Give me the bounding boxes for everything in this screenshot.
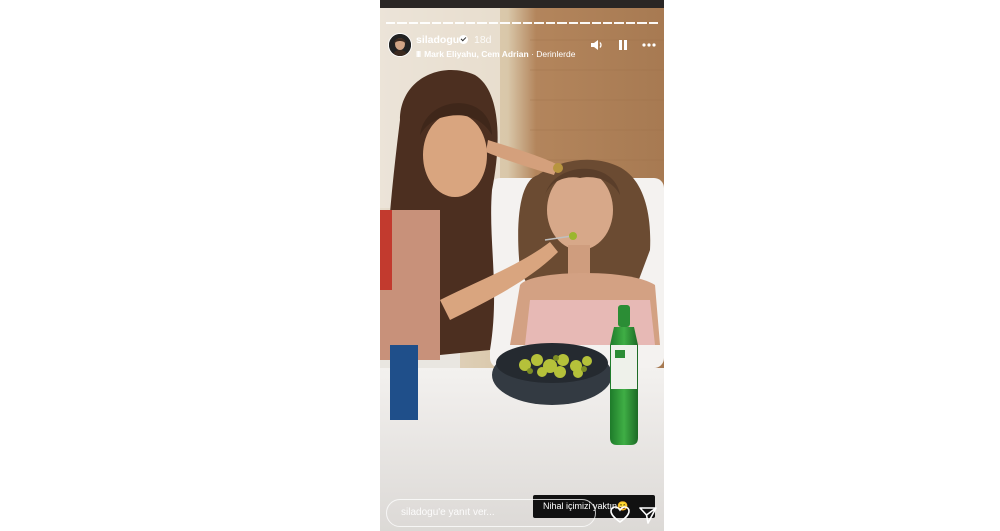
progress-segment — [523, 22, 533, 24]
more-options-icon[interactable] — [642, 38, 656, 52]
heart-icon[interactable] — [610, 505, 630, 525]
progress-segment — [591, 22, 602, 24]
story-header: siladogu 18d III Mark Eliyahu, Cem Adrian… — [380, 30, 664, 64]
progress-segment — [614, 22, 624, 24]
progress-segment — [648, 22, 659, 24]
send-icon[interactable] — [638, 505, 658, 525]
progress-segment — [477, 22, 487, 24]
story-age: 18d — [474, 34, 492, 46]
progress-segment — [454, 22, 464, 24]
music-bars-icon: III — [416, 49, 421, 59]
progress-segment — [603, 22, 613, 24]
reply-input[interactable]: siladogu'e yanıt ver... — [386, 499, 596, 527]
progress-segment — [397, 22, 407, 24]
music-attribution[interactable]: III Mark Eliyahu, Cem Adrian · Derinlerde — [416, 49, 581, 59]
username[interactable]: siladogu — [416, 34, 459, 46]
progress-segment — [500, 22, 510, 24]
verified-badge-icon — [459, 35, 468, 44]
progress-segment — [408, 22, 419, 24]
music-track: Derinlerde — [536, 49, 576, 59]
pause-icon[interactable] — [616, 38, 630, 52]
avatar-image — [389, 34, 411, 56]
music-artists: Mark Eliyahu, Cem Adrian — [424, 49, 529, 59]
progress-segment — [637, 22, 647, 24]
progress-segment — [568, 22, 579, 24]
progress-segment — [386, 22, 396, 24]
progress-segment — [488, 22, 499, 24]
progress-segment — [431, 22, 442, 24]
speaker-icon[interactable] — [590, 38, 604, 52]
progress-segment — [545, 22, 556, 24]
progress-segment — [511, 22, 522, 24]
story-progress-bar — [386, 22, 659, 24]
progress-segment — [420, 22, 430, 24]
progress-segment — [557, 22, 567, 24]
story-photo — [380, 0, 664, 531]
progress-segment — [534, 22, 544, 24]
avatar[interactable] — [388, 33, 412, 57]
progress-segment — [625, 22, 636, 24]
progress-segment — [443, 22, 453, 24]
story-viewer[interactable]: siladogu 18d III Mark Eliyahu, Cem Adrian… — [380, 0, 664, 531]
progress-segment — [465, 22, 476, 24]
story-controls — [590, 38, 656, 52]
progress-segment — [580, 22, 590, 24]
